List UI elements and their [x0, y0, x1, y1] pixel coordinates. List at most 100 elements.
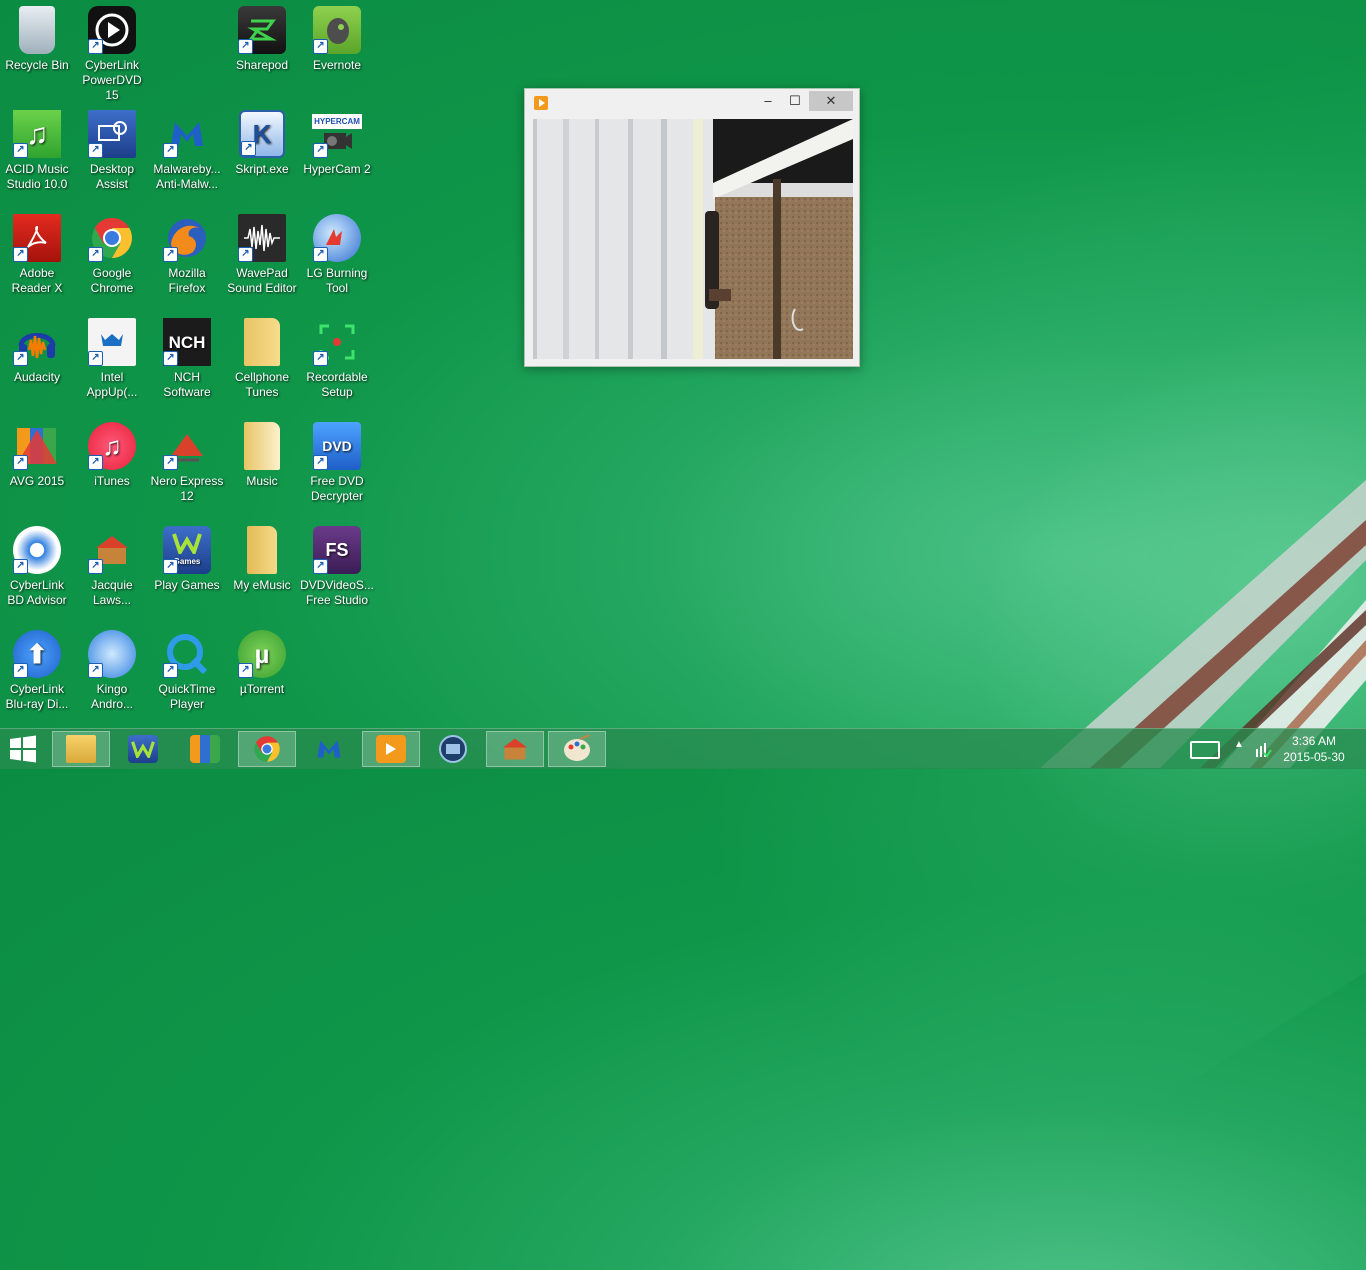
desktop-icon-lg-burning-tool[interactable]: ↗ LG Burning Tool	[300, 208, 374, 312]
taskbar-file-explorer[interactable]	[52, 731, 110, 767]
desktop-icon-adobe-reader[interactable]: ↗ Adobe Reader X	[0, 208, 74, 312]
desktop-icon-wavepad[interactable]: ↗ WavePad Sound Editor	[225, 208, 299, 312]
close-button[interactable]: ✕	[809, 91, 853, 111]
play-games-icon: Games ↗	[163, 526, 211, 574]
minimize-button[interactable]: –	[755, 91, 781, 111]
keyboard-icon[interactable]	[1190, 741, 1220, 759]
icon-label: CyberLink BD Advisor	[7, 578, 67, 607]
avg-icon	[190, 735, 220, 763]
shortcut-arrow-icon: ↗	[88, 455, 103, 470]
desktop-icon-recordable-setup[interactable]: ↗ Recordable Setup	[300, 312, 374, 416]
desktop-icon-intel-appup[interactable]: ↗ Intel AppUp(...	[75, 312, 149, 416]
video-frame	[533, 119, 853, 359]
desktop-icon-kingo-android[interactable]: ↗ Kingo Andro...	[75, 624, 149, 728]
desktop-icon-cyberlink-bd-advisor[interactable]: ↗ CyberLink BD Advisor	[0, 520, 74, 624]
desktop-icon-my-emusic[interactable]: My eMusic	[225, 520, 299, 624]
desktop-icon-play-games[interactable]: Games ↗ Play Games	[150, 520, 224, 624]
icon-label: Mozilla Firefox	[168, 266, 206, 295]
recycle-bin-icon	[19, 6, 55, 54]
shortcut-arrow-icon: ↗	[13, 351, 28, 366]
desktop-icon-powerdvd[interactable]: ↗ CyberLink PowerDVD 15	[75, 0, 149, 104]
shortcut-arrow-icon: ↗	[163, 663, 178, 678]
itunes-icon: ♫ ↗	[88, 422, 136, 470]
desktop-icon-cellphone-tunes[interactable]: ↗ Cellphone Tunes	[225, 312, 299, 416]
recordable-setup-icon: ↗	[313, 318, 361, 366]
icon-label: QuickTime Player	[158, 682, 216, 711]
avg-icon: ↗	[13, 422, 61, 470]
shortcut-arrow-icon: ↗	[88, 143, 103, 158]
taskbar-paint[interactable]	[548, 731, 606, 767]
icon-label: NCH Software	[163, 370, 211, 399]
clock-time: 3:36 AM	[1291, 734, 1337, 748]
desktop-icon-acid-music-studio[interactable]: ♫ ↗ ACID Music Studio 10.0	[0, 104, 74, 208]
desktop-icon-google-chrome[interactable]: ↗ Google Chrome	[75, 208, 149, 312]
desktop-icon-skript[interactable]: K ↗ Skript.exe	[225, 104, 299, 208]
icon-label: Skript.exe	[235, 162, 289, 176]
start-button[interactable]	[8, 735, 40, 763]
icon-label: CyberLink Blu-ray Di...	[5, 682, 69, 711]
shortcut-arrow-icon: ↗	[313, 143, 328, 158]
firefox-icon: ↗	[163, 214, 211, 262]
network-status-icon[interactable]	[1254, 739, 1272, 779]
hypercam-glyph: HYPERCAM	[312, 113, 362, 129]
malwarebytes-icon	[317, 740, 341, 758]
nero-icon: ↗	[163, 422, 211, 470]
desktop-icon-dvdvideosoft[interactable]: FS ↗ DVDVideoS... Free Studio	[300, 520, 374, 624]
skript-icon: K ↗	[239, 110, 285, 158]
desktop-icon-quicktime-player[interactable]: ↗ QuickTime Player	[150, 624, 224, 728]
shortcut-arrow-icon: ↗	[313, 247, 328, 262]
desktop-icon-audacity[interactable]: ↗ Audacity	[0, 312, 74, 416]
clock-date: 2015-05-30	[1283, 750, 1345, 764]
nch-glyph: NCH	[168, 332, 206, 352]
desktop-icon-desktop-assist[interactable]: ↗ Desktop Assist	[75, 104, 149, 208]
desktop-icon-hypercam[interactable]: HYPERCAM ↗ HyperCam 2	[300, 104, 374, 208]
taskbar-video-app[interactable]	[424, 731, 482, 767]
paint-palette-icon	[564, 735, 591, 761]
system-clock[interactable]: 3:36 AM 2015-05-30	[1274, 733, 1354, 773]
hypercam-icon: HYPERCAM ↗	[312, 110, 362, 158]
taskbar-media-player[interactable]	[362, 731, 420, 767]
icon-label: Kingo Andro...	[90, 682, 134, 711]
taskbar-chrome[interactable]	[238, 731, 296, 767]
icon-label: Music	[246, 474, 278, 488]
shortcut-arrow-icon: ↗	[238, 663, 253, 678]
desktop-icon-malwarebytes[interactable]: ↗ Malwareby... Anti-Malw...	[150, 104, 224, 208]
taskbar-jacquie[interactable]	[486, 731, 544, 767]
show-hidden-icons-chevron-icon[interactable]: ▲	[1234, 739, 1244, 779]
taskbar-play-games[interactable]	[114, 731, 172, 767]
desktop-icon-recycle-bin[interactable]: Recycle Bin	[0, 0, 74, 104]
shortcut-arrow-icon: ↗	[313, 455, 328, 470]
desktop-icon-sharepod[interactable]: ↗ Sharepod	[225, 0, 299, 104]
audacity-icon: ↗	[13, 318, 61, 366]
desktop-icon-itunes[interactable]: ♫ ↗ iTunes	[75, 416, 149, 520]
icon-label: Free DVD Decrypter	[310, 474, 364, 503]
chrome-icon	[254, 736, 280, 762]
shortcut-arrow-icon: ↗	[313, 351, 328, 366]
icon-label: Cellphone Tunes	[234, 370, 290, 399]
desktop-icon-nero-express[interactable]: ↗ Nero Express 12	[150, 416, 224, 520]
desktop-icon-mozilla-firefox[interactable]: ↗ Mozilla Firefox	[150, 208, 224, 312]
desktop-icon-avg[interactable]: ↗ AVG 2015	[0, 416, 74, 520]
desktop-icon-nch-software[interactable]: NCH ↗ NCH Software	[150, 312, 224, 416]
maximize-button[interactable]: ☐	[782, 91, 808, 111]
icon-label: Google Chrome	[90, 266, 134, 295]
shortcut-arrow-icon: ↗	[313, 39, 328, 54]
desktop-icon-evernote[interactable]: ↗ Evernote	[300, 0, 374, 104]
desktop-icon-jacquie-laws[interactable]: ↗ Jacquie Laws...	[75, 520, 149, 624]
utorrent-icon: µ ↗	[238, 630, 286, 678]
camera-feed-image	[533, 119, 853, 359]
icon-label: HyperCam 2	[303, 162, 371, 176]
window-titlebar[interactable]: – ☐ ✕	[525, 89, 859, 117]
desktop-icon-cyberlink-bluray[interactable]: ⬆ ↗ CyberLink Blu-ray Di...	[0, 624, 74, 728]
icon-label: Intel AppUp(...	[86, 370, 138, 399]
desktop-assist-icon: ↗	[88, 110, 136, 158]
desktop-icon-utorrent[interactable]: µ ↗ µTorrent	[225, 624, 299, 728]
desktop-icon-free-dvd-decrypter[interactable]: DVD ↗ Free DVD Decrypter	[300, 416, 374, 520]
shortcut-arrow-icon: ↗	[13, 455, 28, 470]
play-games-icon	[128, 735, 158, 763]
shortcut-arrow-icon: ↗	[163, 143, 178, 158]
taskbar-malwarebytes[interactable]	[300, 731, 358, 767]
video-player-window[interactable]: – ☐ ✕	[524, 88, 860, 367]
desktop-icon-music[interactable]: Music	[225, 416, 299, 520]
taskbar-avg[interactable]	[176, 731, 234, 767]
